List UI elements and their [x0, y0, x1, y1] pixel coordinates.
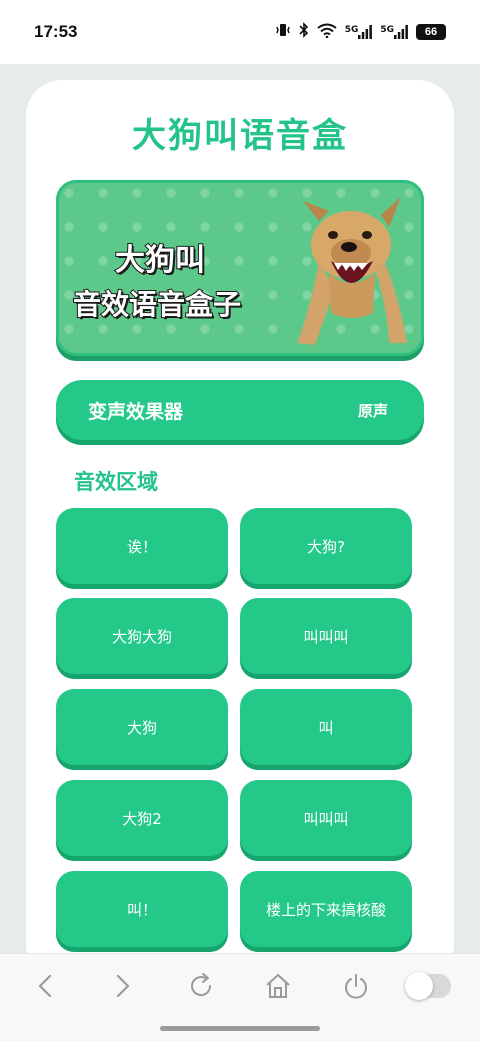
toggle-knob: [405, 972, 433, 1000]
banner-image: 大狗叫 音效语音盒子: [56, 180, 424, 356]
status-bar: 17:53 5G 5G 66: [0, 0, 480, 64]
bluetooth-icon: [299, 22, 309, 42]
signal-icon-1: 5G: [345, 25, 373, 39]
sound-button[interactable]: 大狗: [56, 689, 228, 765]
dog-image: [297, 197, 407, 345]
sound-button[interactable]: 楼上的下来搞核酸: [240, 871, 412, 947]
sound-button[interactable]: 叫叫叫: [240, 598, 412, 674]
sound-button[interactable]: 叫！: [56, 871, 228, 947]
back-icon[interactable]: [32, 972, 60, 1000]
sound-button[interactable]: 大狗2: [56, 780, 228, 856]
battery-icon: 66: [416, 24, 446, 40]
power-icon[interactable]: [342, 972, 370, 1000]
home-indicator[interactable]: [160, 1026, 320, 1031]
status-time: 17:53: [34, 22, 78, 41]
refresh-icon[interactable]: [187, 972, 215, 1000]
vibrate-icon: [275, 23, 291, 41]
sound-button[interactable]: 大狗?: [240, 508, 412, 584]
sound-button[interactable]: 诶！: [56, 508, 228, 584]
page-title: 大狗叫语音盒: [132, 116, 348, 156]
sound-button[interactable]: 大狗大狗: [56, 598, 228, 674]
voice-changer-label: 变声效果器: [88, 400, 184, 423]
signal-icon-2: 5G: [380, 25, 408, 39]
banner-subtitle: 音效语音盒子: [72, 287, 242, 322]
forward-icon[interactable]: [108, 972, 136, 1000]
toggle-switch[interactable]: [405, 972, 451, 1000]
section-title: 音效区域: [74, 470, 158, 494]
sound-button[interactable]: 叫: [240, 689, 412, 765]
voice-changer-button[interactable]: 变声效果器 原声: [56, 380, 424, 440]
banner-title: 大狗叫: [114, 242, 206, 279]
home-icon[interactable]: [264, 972, 292, 1000]
status-icons: 5G 5G 66: [275, 22, 446, 42]
wifi-icon: [317, 23, 337, 42]
sound-button[interactable]: 叫叫叫: [240, 780, 412, 856]
voice-changer-value: 原声: [357, 401, 388, 420]
